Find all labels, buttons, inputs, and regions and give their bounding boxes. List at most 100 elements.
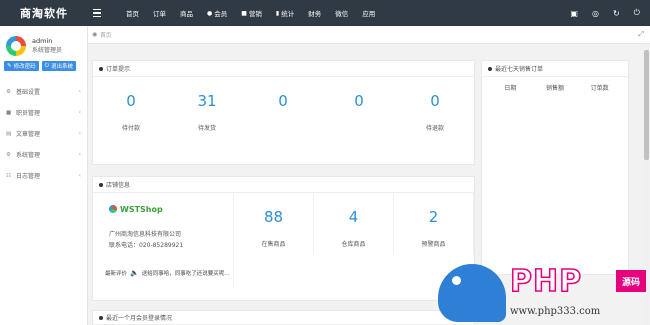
stat-pending-payment[interactable]: 0 待付款 <box>93 77 169 132</box>
sidebar-item-label: 系统管理 <box>16 152 41 159</box>
change-password-button[interactable]: ✎ 修改密码 <box>4 61 39 71</box>
bullet-icon <box>488 66 492 71</box>
member-login-panel: 最近一个月会员登录情况 <box>92 310 475 325</box>
refresh-icon[interactable]: ↻ <box>613 9 620 18</box>
nav-members[interactable]: ● 会员 <box>200 0 234 26</box>
power-icon[interactable]: ⏻ <box>634 8 640 18</box>
stat-value: 88 <box>263 208 284 226</box>
review-label: 最新评价 <box>105 271 128 277</box>
sidebar-item-label: 文章管理 <box>16 131 41 138</box>
log-icon: ☷ <box>6 172 11 179</box>
logout-button[interactable]: ⏻ 退出系统 <box>41 61 76 71</box>
chevron-left-icon: ‹ <box>78 88 81 95</box>
gear-icon: ⚙ <box>6 88 11 95</box>
stat-label: 预警商品 <box>421 241 446 248</box>
stat-item-3[interactable]: 0 <box>245 77 321 132</box>
bar-chart-icon: ▮ <box>275 9 280 17</box>
stat-pending-refund[interactable]: 0 待退款 <box>397 77 473 132</box>
nav-label: 首页 <box>126 10 139 18</box>
avatar <box>6 36 26 56</box>
stat-pending-shipment[interactable]: 31 待发货 <box>169 77 245 132</box>
review-text[interactable]: 送给同事哈，同事吃了还说要买呢... <box>142 269 230 277</box>
nav-stats[interactable]: ▮ 统计 <box>269 0 301 26</box>
top-bar: 商淘软件 首页 订单 商品 ● 会员 ■ 营销 ▮ 统计 财务 微信 应用 ▣ ◎ ↻… <box>0 0 650 26</box>
stat-value: 31 <box>197 92 217 110</box>
nav-goods[interactable]: 商品 <box>173 0 200 26</box>
nav-label: 应用 <box>362 10 376 18</box>
elephant-logo-icon <box>438 264 506 322</box>
panel-title: 最近七天销售订单 <box>495 66 544 73</box>
nav-home[interactable]: 首页 <box>119 0 146 26</box>
weekly-sales-panel: 最近七天销售订单 日期 销售额 订单数 <box>481 60 629 275</box>
sidebar-menu: ⚙ 基础设置 ‹ ■ 职员管理 ‹ ▤ 文章管理 ‹ ⚙ 系统管理 ‹ ☷ 日志管理 ‹ <box>0 81 87 186</box>
scrollbar-thumb[interactable] <box>644 50 649 160</box>
button-label: 退出系统 <box>50 64 73 70</box>
watermark-site: www.php333.com <box>510 306 601 317</box>
column-header: 销售额 <box>546 85 565 92</box>
store-logo: WSTShop <box>109 203 233 215</box>
menu-toggle-icon[interactable] <box>93 0 107 26</box>
stat-value: 4 <box>348 208 359 226</box>
nav-orders[interactable]: 订单 <box>146 0 173 26</box>
nav-label: 统计 <box>281 10 295 18</box>
top-right-tools: ▣ ◎ ↻ ⏻ <box>570 8 640 18</box>
sidebar-item-system[interactable]: ⚙ 系统管理 ‹ <box>0 144 87 165</box>
panel-title: 店铺信息 <box>106 182 131 189</box>
chevron-left-icon: ‹ <box>78 151 81 158</box>
monitor-icon[interactable]: ▣ <box>570 9 578 18</box>
nav-label: 微信 <box>335 10 349 18</box>
sidebar-item-staff[interactable]: ■ 职员管理 ‹ <box>0 102 87 123</box>
sidebar-item-label: 基础设置 <box>16 89 41 96</box>
watermark-badge: 源码 <box>616 270 646 292</box>
nav-wechat[interactable]: 微信 <box>328 0 355 26</box>
breadcrumb: ◉ 首页 ⤢ <box>88 26 650 44</box>
stat-value: 2 <box>428 208 439 226</box>
logo-text: WSTShop <box>120 204 163 214</box>
nav-apps[interactable]: 应用 <box>355 0 382 26</box>
stat-value: 0 <box>126 92 136 110</box>
sidebar-item-articles[interactable]: ▤ 文章管理 ‹ <box>0 123 87 144</box>
nav-marketing[interactable]: ■ 营销 <box>234 0 269 26</box>
column-header: 订单数 <box>590 85 609 92</box>
stat-item-4[interactable]: 0 <box>321 77 397 132</box>
edit-icon: ✎ <box>7 63 12 69</box>
top-nav: 首页 订单 商品 ● 会员 ■ 营销 ▮ 统计 财务 微信 应用 <box>119 0 382 26</box>
users-icon: ■ <box>6 109 12 116</box>
stat-label: 待付款 <box>121 125 140 132</box>
user-name: admin <box>32 37 53 45</box>
stat-label: 在售商品 <box>261 241 286 248</box>
watermark: PHP 源码 www.php333.com <box>438 262 650 325</box>
bullet-icon <box>99 182 103 187</box>
user-role: 系统管理员 <box>32 47 63 54</box>
user-profile: admin 系统管理员 <box>0 26 87 56</box>
fullscreen-icon[interactable]: ⤢ <box>638 30 644 39</box>
stat-label: 待发货 <box>197 125 216 132</box>
company-phone: 联系电话：020-85289921 <box>109 242 184 249</box>
bullet-icon <box>99 315 103 320</box>
gear-icon: ⚙ <box>6 151 11 158</box>
book-icon: ▤ <box>6 130 12 137</box>
order-tips-panel: 订单提示 0 待付款 31 待发货 0 0 0 待退款 <box>92 60 475 165</box>
sidebar-item-basic-settings[interactable]: ⚙ 基础设置 ‹ <box>0 81 87 102</box>
nav-finance[interactable]: 财务 <box>301 0 328 26</box>
stat-warning[interactable]: 2 预警商品 <box>394 193 474 255</box>
user-icon: ● <box>207 9 213 17</box>
nav-label: 订单 <box>153 10 166 18</box>
stat-value: 0 <box>354 92 364 110</box>
sidebar-item-logs[interactable]: ☷ 日志管理 ‹ <box>0 165 87 186</box>
latest-review: 最新评价 🔈 送给同事哈，同事吃了还说要买呢... <box>105 269 229 277</box>
eye-icon[interactable]: ◎ <box>592 9 599 18</box>
button-label: 修改密码 <box>13 64 36 70</box>
nav-label: 会员 <box>214 10 228 18</box>
breadcrumb-home[interactable]: 首页 <box>100 31 111 39</box>
stat-in-warehouse[interactable]: 4 仓库商品 <box>314 193 394 255</box>
stat-label: 待退款 <box>425 125 444 132</box>
stat-on-sale[interactable]: 88 在售商品 <box>234 193 314 255</box>
cart-icon: ■ <box>241 9 247 17</box>
nav-label: 营销 <box>248 10 262 18</box>
stat-value: 0 <box>278 92 288 110</box>
chevron-left-icon: ‹ <box>78 130 81 137</box>
sidebar: admin 系统管理员 ✎ 修改密码 ⏻ 退出系统 ⚙ 基础设置 ‹ ■ 职员管理 ‹ ▤ 文… <box>0 26 88 325</box>
panel-title: 最近一个月会员登录情况 <box>106 315 173 322</box>
bullet-icon <box>99 66 103 71</box>
